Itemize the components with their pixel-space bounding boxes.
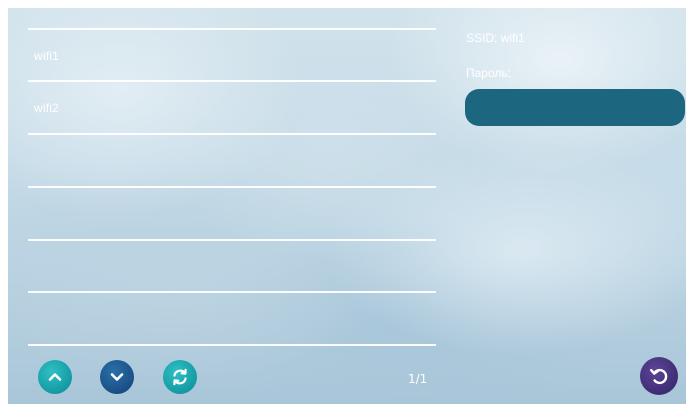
back-button[interactable]	[640, 357, 678, 395]
page-indicator: 1/1	[408, 372, 428, 386]
wifi-network-list: wifi1 wifi2	[28, 28, 436, 346]
list-divider	[28, 344, 436, 346]
scroll-down-button[interactable]	[100, 360, 134, 394]
back-arrow-icon	[648, 365, 670, 387]
password-field[interactable]	[465, 89, 685, 126]
list-item-empty[interactable]	[28, 188, 436, 238]
list-item-empty[interactable]	[28, 293, 436, 343]
list-item-label: wifi1	[34, 49, 60, 63]
list-item-wifi1[interactable]: wifi1	[28, 30, 436, 80]
top-border	[0, 0, 686, 8]
password-label: Пароль:	[466, 66, 511, 80]
scroll-up-button[interactable]	[38, 360, 72, 394]
ssid-label: SSID: wifi1	[466, 31, 525, 45]
list-item-empty[interactable]	[28, 241, 436, 291]
wifi-settings-screen: wifi1 wifi2 SSID: wifi1 Пароль: 1/1	[0, 0, 686, 404]
chevron-up-icon	[47, 369, 63, 385]
refresh-icon	[170, 367, 190, 387]
refresh-button[interactable]	[163, 360, 197, 394]
list-item-empty[interactable]	[28, 135, 436, 185]
left-border	[0, 0, 8, 404]
chevron-down-icon	[109, 369, 125, 385]
list-item-label: wifi2	[34, 101, 60, 115]
list-item-wifi2[interactable]: wifi2	[28, 82, 436, 132]
